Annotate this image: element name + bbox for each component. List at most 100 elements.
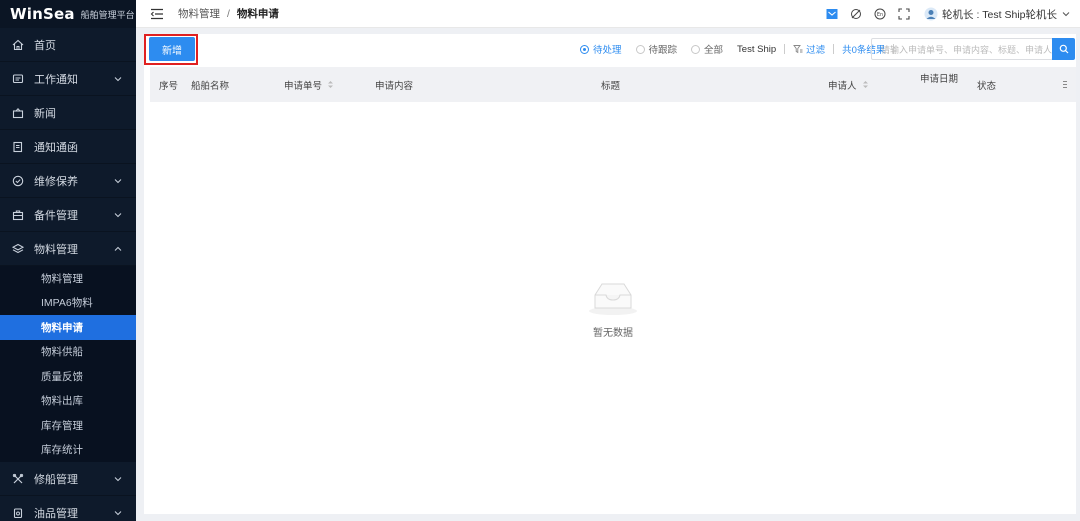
empty-inbox-icon [589, 283, 637, 315]
filter-button[interactable]: 过滤 [793, 42, 825, 56]
radio-label: 待处理 [593, 45, 622, 56]
submenu-item-materials[interactable]: 物料管理 [0, 266, 136, 291]
empty-text: 暂无数据 [593, 328, 633, 339]
sidebar-item-label: 通知通函 [34, 141, 78, 154]
breadcrumb: 物料管理 / 物料申请 [178, 6, 279, 21]
settings-icon [1063, 81, 1067, 88]
radio-tracking[interactable]: 待跟踪 [635, 42, 678, 56]
avatar[interactable] [924, 7, 938, 21]
submenu-item-label: 物料供船 [41, 346, 83, 359]
column-header-title: 标题 [601, 67, 620, 102]
column-label: 申请人 [828, 80, 857, 92]
column-header-applicant[interactable]: 申请人 [828, 67, 869, 102]
submenu-item-label: IMPA6物料 [41, 297, 93, 310]
submenu-item-label: 物料出库 [41, 395, 83, 408]
column-header-status: 状态 [977, 67, 996, 102]
sidebar-item-label: 物料管理 [34, 243, 78, 256]
radio-dot [635, 44, 645, 54]
breadcrumb-current: 物料申请 [236, 8, 279, 20]
search-input[interactable]: 请输入申请单号、申请内容、标题、申请人 [871, 38, 1053, 60]
briefcase-icon [12, 209, 24, 221]
column-header-date: 申请日期 [920, 60, 958, 95]
ship-name[interactable]: Test Ship [737, 44, 776, 55]
news-icon [12, 107, 24, 119]
sidebar-item-home[interactable]: 首页 [0, 28, 136, 62]
submenu-item-material-request[interactable]: 物料申请 [0, 315, 136, 340]
fullscreen-icon[interactable] [898, 8, 910, 20]
sidebar-item-spare-parts[interactable]: 备件管理 [0, 198, 136, 232]
submenu-item-material-supply[interactable]: 物料供船 [0, 340, 136, 365]
filter-label: 过滤 [806, 45, 826, 56]
main-content: 新增 待处理 待跟踪 全部 Test Ship 过滤 共0条结果 请输入申请单号… [144, 34, 1076, 514]
language-icon[interactable]: En [874, 8, 886, 20]
no-location-icon[interactable] [850, 8, 862, 20]
top-header: 物料管理 / 物料申请 En 轮机长 : Test Ship轮机长 [136, 0, 1080, 28]
column-label: 申请单号 [284, 80, 323, 92]
app-logo[interactable]: WinSea 船舶管理平台 [0, 0, 136, 28]
submenu-item-impa6[interactable]: IMPA6物料 [0, 291, 136, 316]
column-header-content: 申请内容 [375, 67, 413, 102]
submenu-item-label: 物料管理 [41, 272, 83, 285]
column-label: 序号 [159, 80, 179, 92]
radio-pending[interactable]: 待处理 [580, 42, 622, 56]
column-header-ship: 船舶名称 [191, 67, 229, 102]
sort-icon[interactable] [862, 80, 869, 89]
submenu-item-label: 物料申请 [41, 321, 83, 334]
tools-icon [12, 473, 24, 485]
column-header-index: 序号 [159, 67, 178, 102]
divider [784, 44, 786, 54]
sidebar-item-label: 维修保养 [34, 175, 78, 188]
add-button[interactable]: 新增 [149, 37, 195, 61]
sidebar-item-label: 首页 [34, 39, 56, 52]
column-label: 船舶名称 [191, 80, 230, 92]
sidebar-item-news[interactable]: 新闻 [0, 96, 136, 130]
chevron-down-icon [114, 210, 122, 218]
sort-icon[interactable] [327, 80, 334, 89]
materials-submenu: 物料管理 IMPA6物料 物料申请 物料供船 质量反馈 物料出库 库存管理 库存… [0, 266, 136, 462]
column-label: 申请日期 [920, 73, 959, 85]
chevron-down-icon [114, 474, 122, 482]
submenu-item-quality-feedback[interactable]: 质量反馈 [0, 364, 136, 389]
mail-icon[interactable] [826, 8, 838, 20]
layers-icon [12, 243, 24, 255]
filter-icon [793, 45, 803, 54]
radio-label: 待跟踪 [648, 45, 678, 56]
notice-icon [12, 141, 24, 153]
chevron-down-icon [114, 508, 122, 516]
sidebar-item-oil[interactable]: 油品管理 [0, 496, 136, 521]
chevron-down-icon[interactable] [1062, 10, 1070, 18]
submenu-item-inventory-stats[interactable]: 库存统计 [0, 438, 136, 463]
sidebar-item-ship-repair[interactable]: 修船管理 [0, 462, 136, 496]
sidebar-item-work-notice[interactable]: 工作通知 [0, 62, 136, 96]
radio-label: 全部 [704, 45, 724, 56]
breadcrumb-separator: / [227, 7, 230, 20]
chevron-up-icon [114, 244, 122, 252]
sidebar-item-label: 修船管理 [34, 473, 78, 486]
search-button[interactable] [1052, 38, 1075, 60]
submenu-item-material-outbound[interactable]: 物料出库 [0, 389, 136, 414]
submenu-item-label: 库存管理 [41, 419, 83, 432]
column-label: 状态 [977, 80, 997, 92]
column-header-request-no[interactable]: 申请单号 [284, 67, 334, 102]
oil-icon [12, 507, 24, 519]
radio-dot [580, 44, 589, 54]
sidebar-item-label: 新闻 [34, 107, 56, 120]
breadcrumb-item[interactable]: 物料管理 [178, 6, 220, 21]
radio-all[interactable]: 全部 [691, 42, 723, 56]
sidebar-item-materials[interactable]: 物料管理 [0, 232, 136, 266]
chevron-down-icon [114, 74, 122, 82]
sidebar-item-label: 工作通知 [34, 73, 78, 86]
column-settings-icon[interactable] [1062, 67, 1068, 102]
menu-toggle-icon[interactable] [150, 8, 164, 20]
filter-bar: 待处理 待跟踪 全部 Test Ship 过滤 共0条结果 [580, 42, 902, 56]
sidebar-item-label: 备件管理 [34, 209, 78, 222]
submenu-item-inventory[interactable]: 库存管理 [0, 413, 136, 438]
header-actions: En 轮机长 : Test Ship轮机长 [814, 0, 1070, 28]
check-circle-icon [12, 175, 24, 187]
column-label: 标题 [601, 80, 621, 92]
sidebar-item-circular[interactable]: 通知通函 [0, 130, 136, 164]
svg-text:En: En [877, 12, 883, 18]
sidebar-item-maintenance[interactable]: 维修保养 [0, 164, 136, 198]
user-name[interactable]: 轮机长 : Test Ship轮机长 [942, 7, 1057, 22]
table-header: 序号 船舶名称 申请单号 申请内容 标题 申请人 申请日期 状态 [150, 67, 1076, 102]
